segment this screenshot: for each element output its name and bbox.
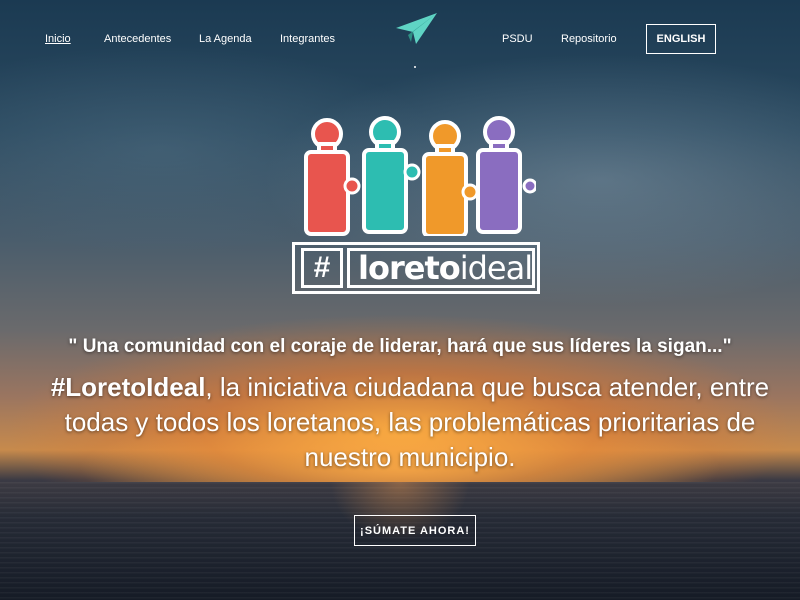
hero-quote: " Una comunidad con el coraje de liderar… xyxy=(68,336,732,357)
puzzle-people-logo xyxy=(304,116,536,236)
main-nav: Inicio Antecedentes La Agenda Integrante… xyxy=(0,0,800,80)
hero-hashtag: #LoretoIdeal xyxy=(50,372,206,402)
paper-plane-icon[interactable] xyxy=(394,12,438,46)
puzzle-piece-teal xyxy=(362,116,408,234)
hero-description: #LoretoIdeal, la iniciativa ciudadana qu… xyxy=(40,370,780,475)
loretoideal-wordmark: # loreto ideal xyxy=(292,242,540,294)
puzzle-piece-orange xyxy=(422,120,468,236)
nav-dot xyxy=(414,66,416,68)
puzzle-piece-purple xyxy=(476,116,522,234)
hero-description-line1: , la iniciativa ciudadana que busca aten… xyxy=(205,372,770,402)
join-now-button[interactable]: ¡SÚMATE AHORA! xyxy=(354,515,476,546)
nav-link-psdu[interactable]: PSDU xyxy=(502,33,533,45)
wordmark-light: ideal xyxy=(459,249,533,287)
nav-link-repositorio[interactable]: Repositorio xyxy=(561,33,617,45)
wordmark-hash: # xyxy=(301,248,343,288)
hero-description-line2: todas y todos los loretanos, las problem… xyxy=(64,407,756,437)
nav-link-la-agenda[interactable]: La Agenda xyxy=(199,33,252,45)
wordmark-word: loreto ideal xyxy=(347,248,535,288)
english-button[interactable]: ENGLISH xyxy=(646,24,716,54)
puzzle-piece-red xyxy=(304,118,350,236)
hero-description-line3: nuestro municipio. xyxy=(304,442,516,472)
nav-link-inicio[interactable]: Inicio xyxy=(45,33,71,45)
nav-link-antecedentes[interactable]: Antecedentes xyxy=(104,33,171,45)
wordmark-bold: loreto xyxy=(358,249,461,287)
nav-link-integrantes[interactable]: Integrantes xyxy=(280,33,335,45)
